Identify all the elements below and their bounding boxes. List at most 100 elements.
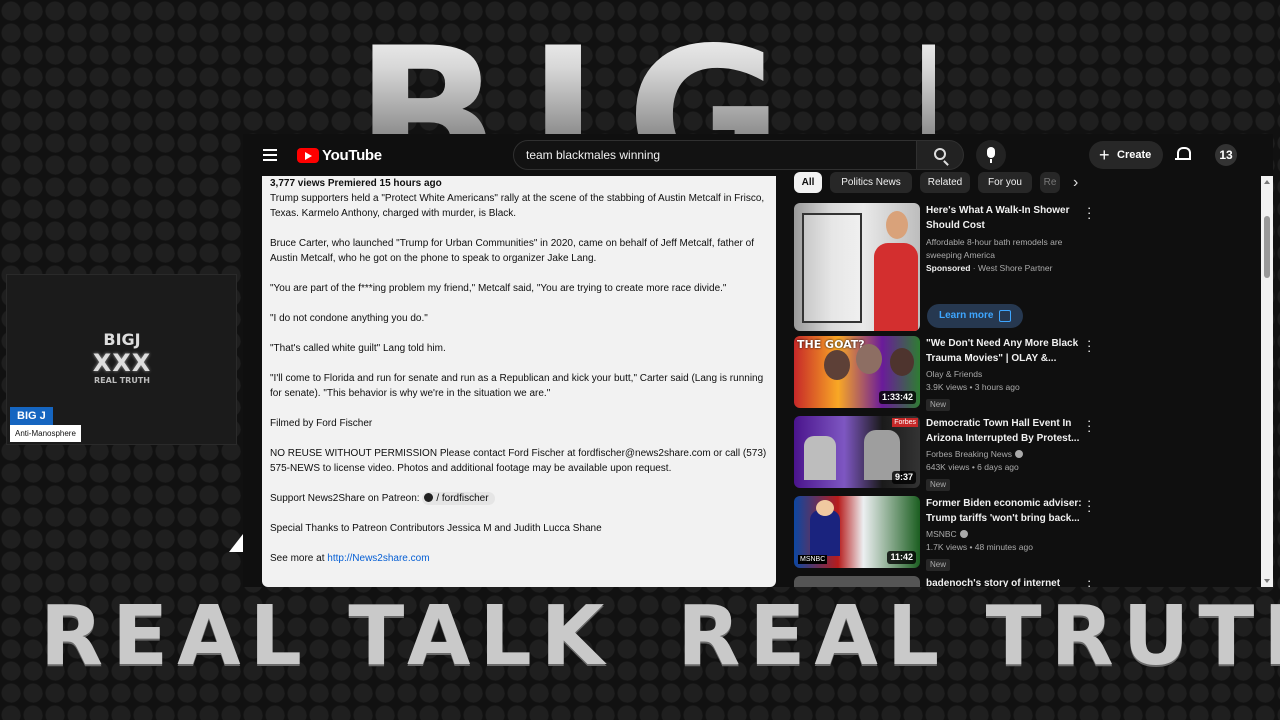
video-thumbnail[interactable]: MSNBC 11:42	[794, 496, 920, 568]
channel-name[interactable]: Olay & Friends	[926, 368, 1086, 381]
more-options-icon[interactable]: ···	[1087, 414, 1091, 437]
youtube-header: YouTube team blackmales winning + Create…	[243, 134, 1273, 176]
face-image	[824, 350, 850, 380]
menu-icon[interactable]	[263, 149, 277, 161]
msnbc-badge: MSNBC	[798, 555, 828, 564]
youtube-logo[interactable]: YouTube	[297, 146, 382, 164]
learn-more-label: Learn more	[939, 310, 994, 321]
description-paragraph: "That's called white guilt" Lang told hi…	[270, 343, 446, 354]
video-meta: 3,777 views Premiered 15 hours ago	[270, 178, 442, 189]
ad-info: Here's What A Walk-In Shower Should Cost…	[926, 203, 1086, 275]
shower-image	[802, 213, 862, 323]
person-image	[810, 510, 840, 556]
create-button[interactable]: + Create	[1089, 141, 1163, 169]
learn-more-button[interactable]: Learn more	[927, 304, 1023, 328]
bottom-banner: REAL TALK REAL TRUTH	[40, 589, 1280, 684]
forbes-badge: Forbes	[892, 418, 918, 427]
verified-icon	[959, 530, 968, 538]
youtube-play-icon	[297, 147, 319, 163]
recommended-video[interactable]: badenoch's story of internet ···	[794, 574, 1094, 587]
patreon-line: Support News2Share on Patreon: / fordfis…	[270, 491, 768, 506]
person-shirt-image	[874, 243, 918, 331]
channel-name[interactable]: Forbes Breaking News	[926, 449, 1012, 459]
scroll-down-arrow-icon[interactable]	[1264, 579, 1270, 583]
top-banner-text: BIG J	[355, 8, 935, 138]
channel-logo-line2: XXX	[92, 349, 152, 377]
see-more-prefix: See more at	[270, 553, 325, 564]
chip-recently-uploaded[interactable]: Re	[1040, 172, 1060, 193]
video-info: Democratic Town Hall Event In Arizona In…	[926, 416, 1086, 492]
new-badge: New	[926, 399, 951, 411]
notifications-bell-icon[interactable]	[1175, 147, 1191, 161]
more-options-icon[interactable]: ···	[1087, 334, 1091, 357]
video-thumbnail[interactable]	[794, 576, 920, 587]
channel-name[interactable]: MSNBC	[926, 529, 957, 539]
video-info: Former Biden economic adviser: Trump tar…	[926, 496, 1086, 572]
chevron-right-icon[interactable]: ›	[1073, 174, 1078, 192]
more-options-icon[interactable]: ···	[1087, 574, 1091, 587]
video-description: 3,777 views Premiered 15 hours ago Trump…	[262, 176, 776, 587]
bottom-banner-right: REAL TRUTH	[677, 589, 1280, 684]
sponsored-label: Sponsored	[926, 263, 971, 273]
ad-description: Affordable 8-hour bath remodels are swee…	[926, 237, 1063, 260]
recommended-video[interactable]: MSNBC 11:42 Former Biden economic advise…	[794, 494, 1094, 571]
description-paragraph: "You are part of the f***ing problem my …	[270, 283, 727, 294]
search-button[interactable]	[916, 140, 964, 170]
more-options-icon[interactable]: ···	[1087, 201, 1091, 224]
patreon-link-text: / fordfischer	[436, 493, 489, 504]
description-paragraph: Filmed by Ford Fischer	[270, 418, 373, 429]
person-image	[804, 436, 836, 480]
voice-search-button[interactable]	[976, 140, 1006, 170]
face-image	[816, 500, 834, 516]
description-paragraph: Trump supporters held a "Protect White A…	[270, 193, 765, 219]
face-image	[890, 348, 914, 376]
scrollbar-thumb[interactable]	[1264, 216, 1270, 278]
chip-related[interactable]: Related	[920, 172, 970, 193]
bottom-banner-left: REAL TALK	[40, 589, 614, 684]
scrollbar[interactable]	[1261, 176, 1273, 587]
description-paragraph: Bruce Carter, who launched "Trump for Ur…	[270, 238, 755, 264]
video-title[interactable]: badenoch's story of internet	[926, 576, 1086, 587]
channel-line: Forbes Breaking News	[926, 448, 1086, 461]
ad-title[interactable]: Here's What A Walk-In Shower Should Cost	[926, 203, 1086, 233]
external-link-icon	[999, 310, 1011, 322]
video-info: "We Don't Need Any More Black Trauma Mov…	[926, 336, 1086, 412]
search-input[interactable]: team blackmales winning	[513, 140, 917, 170]
youtube-wordmark: YouTube	[322, 146, 382, 164]
more-options-icon[interactable]: ···	[1087, 494, 1091, 517]
new-badge: New	[926, 559, 951, 571]
description-paragraph: "I'll come to Florida and run for senate…	[270, 373, 764, 399]
video-info: badenoch's story of internet	[926, 576, 1086, 587]
thanks-line: Special Thanks to Patreon Contributors J…	[270, 523, 602, 534]
video-title[interactable]: Former Biden economic adviser: Trump tar…	[926, 496, 1086, 526]
channel-logo-line1: BIGJ	[103, 330, 141, 349]
video-thumbnail[interactable]: Forbes 9:37	[794, 416, 920, 488]
description-paragraph: NO REUSE WITHOUT PERMISSION Please conta…	[270, 448, 767, 474]
verified-icon	[1014, 450, 1023, 458]
scroll-up-arrow-icon[interactable]	[1264, 180, 1270, 184]
create-label: Create	[1117, 149, 1152, 161]
patreon-link[interactable]: / fordfischer	[422, 492, 495, 505]
person-head-image	[886, 211, 908, 239]
search-icon	[934, 148, 946, 160]
account-avatar[interactable]: 13	[1215, 144, 1237, 166]
ad-advertiser: · West Shore Partner	[972, 263, 1053, 273]
ad-thumbnail[interactable]	[794, 203, 920, 331]
chip-for-you[interactable]: For you	[978, 172, 1032, 193]
video-thumbnail[interactable]: THE GOAT? 1:33:42	[794, 336, 920, 408]
see-more-link[interactable]: http://News2share.com	[327, 553, 429, 564]
chip-politics-news[interactable]: Politics News	[830, 172, 912, 193]
streamer-name-tag: BIG J	[10, 407, 53, 425]
channel-line: MSNBC	[926, 528, 1086, 541]
ad-item[interactable]: Here's What A Walk-In Shower Should Cost…	[794, 201, 1094, 331]
thumbnail-caption: THE GOAT?	[797, 338, 865, 351]
video-duration: 9:37	[891, 471, 916, 484]
chip-all[interactable]: All	[794, 172, 822, 193]
recommended-video[interactable]: THE GOAT? 1:33:42 "We Don't Need Any Mor…	[794, 334, 1094, 411]
youtube-window: YouTube team blackmales winning + Create…	[243, 134, 1273, 587]
video-stats: 643K views • 6 days ago	[926, 462, 1019, 472]
video-title[interactable]: Democratic Town Hall Event In Arizona In…	[926, 416, 1086, 446]
video-stats: 1.7K views • 48 minutes ago	[926, 542, 1033, 552]
video-title[interactable]: "We Don't Need Any More Black Trauma Mov…	[926, 336, 1086, 366]
recommended-video[interactable]: Forbes 9:37 Democratic Town Hall Event I…	[794, 414, 1094, 491]
